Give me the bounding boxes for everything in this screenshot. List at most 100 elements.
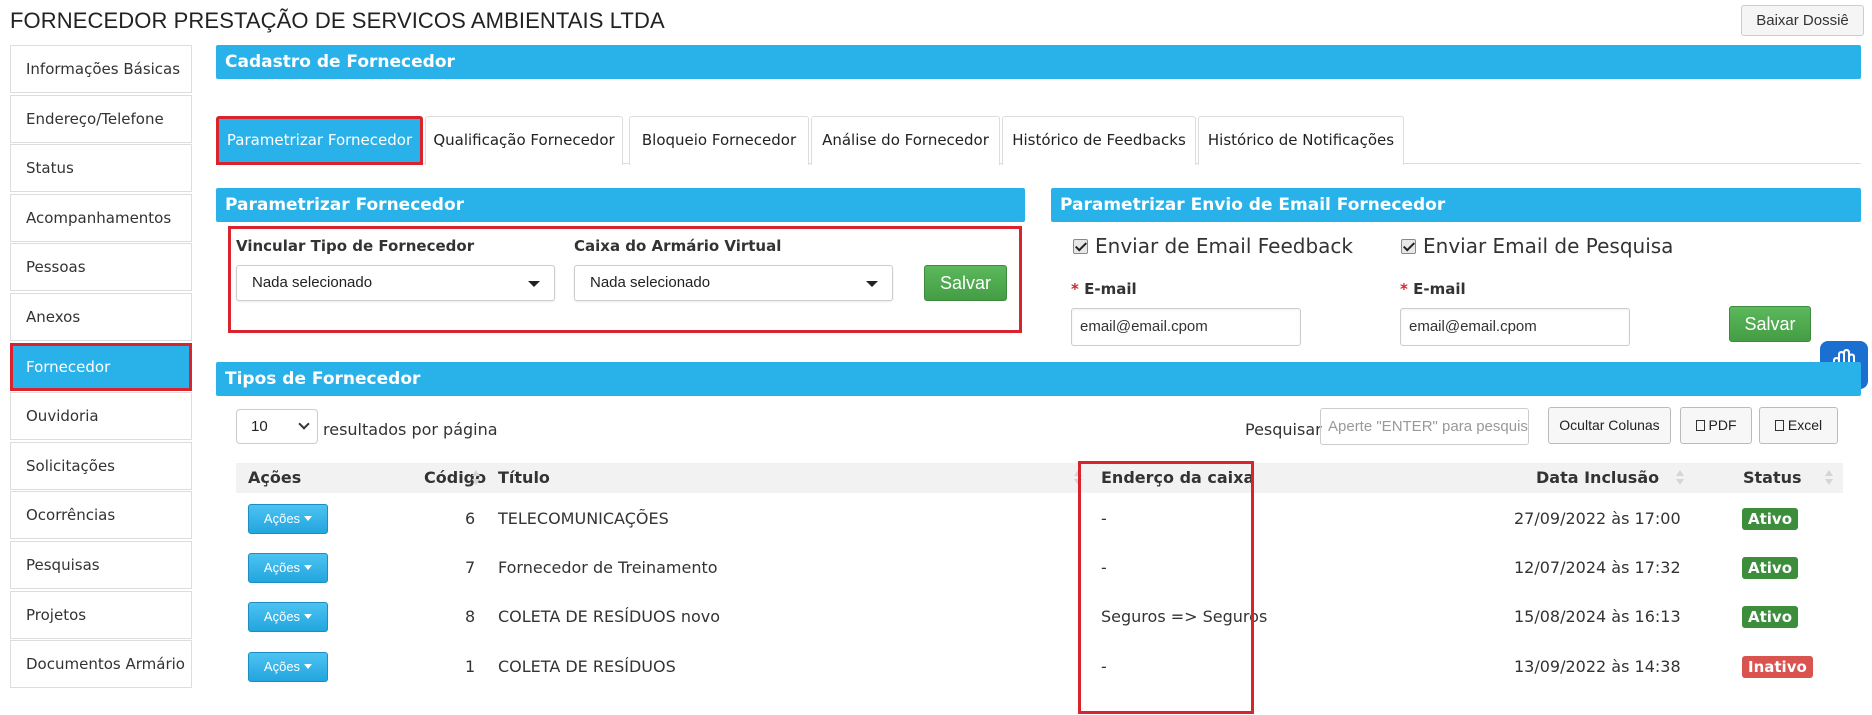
sidebar-item-projetos[interactable]: Projetos: [10, 590, 192, 639]
sidebar-item-pessoas[interactable]: Pessoas: [10, 243, 192, 292]
col-acoes: Ações: [248, 468, 302, 487]
cell-codigo: 8: [465, 607, 476, 626]
excel-file-icon: [1774, 420, 1784, 431]
search-input[interactable]: Aperte "ENTER" para pesquisar: [1320, 408, 1529, 445]
sidebar-item-pesquisas[interactable]: Pesquisas: [10, 540, 192, 589]
pdf-file-icon: [1695, 420, 1705, 431]
caret-down-icon: [528, 281, 540, 287]
tab-historico-notificacoes[interactable]: Histórico de Notificações: [1198, 116, 1404, 165]
table-row: Ações 1 COLETA DE RESÍDUOS - 13/09/2022 …: [236, 642, 1843, 691]
acoes-dropdown-button[interactable]: Ações: [248, 553, 328, 583]
tipo-fornecedor-label: Vincular Tipo de Fornecedor: [236, 237, 475, 255]
email-input-2[interactable]: email@email.cpom: [1400, 308, 1630, 346]
sidebar-item-ocorrencias[interactable]: Ocorrências: [10, 491, 192, 540]
cell-data: 15/08/2024 às 16:13: [1514, 607, 1681, 626]
acoes-label: Ações: [263, 560, 301, 575]
table-row: Ações 6 TELECOMUNICAÇÕES - 27/09/2022 às…: [236, 494, 1843, 543]
sidebar-item-ouvidoria[interactable]: Ouvidoria: [10, 392, 192, 441]
acoes-dropdown-button[interactable]: Ações: [248, 504, 328, 534]
caret-down-icon: [304, 664, 313, 669]
download-dossier-button[interactable]: Baixar Dossiê: [1741, 5, 1864, 36]
email-input-1[interactable]: email@email.cpom: [1071, 308, 1301, 346]
acoes-dropdown-button[interactable]: Ações: [248, 602, 328, 632]
sidebar-item-status[interactable]: Status: [10, 144, 192, 193]
caixa-armario-label: Caixa do Armário Virtual: [574, 237, 782, 255]
acoes-label: Ações: [263, 511, 301, 526]
tab-bar: Parametrizar Fornecedor Qualificação For…: [216, 115, 1861, 165]
cell-titulo: TELECOMUNICAÇÕES: [498, 509, 669, 528]
col-codigo[interactable]: Código: [424, 463, 486, 493]
page-length-text: resultados por página: [323, 420, 498, 439]
required-marker: *: [1071, 280, 1079, 298]
sidebar-item-acompanhamentos[interactable]: Acompanhamentos: [10, 193, 192, 242]
tipo-fornecedor-select[interactable]: Nada selecionado: [236, 265, 555, 301]
page-length-select[interactable]: 10: [236, 409, 318, 444]
tab-qualificacao-fornecedor[interactable]: Qualificação Fornecedor: [425, 116, 623, 165]
cell-titulo: COLETA DE RESÍDUOS novo: [498, 607, 721, 626]
email-label-1: * E-mail: [1071, 280, 1137, 298]
sidebar-item-endereco-telefone[interactable]: Endereço/Telefone: [10, 94, 192, 143]
parametrizar-email-header: Parametrizar Envio de Email Fornecedor: [1051, 188, 1861, 222]
status-badge: Ativo: [1742, 508, 1799, 530]
tipo-fornecedor-value: Nada selecionado: [252, 274, 373, 291]
caixa-armario-value: Nada selecionado: [590, 274, 711, 291]
tab-analise-fornecedor[interactable]: Análise do Fornecedor: [811, 116, 1000, 165]
cell-codigo: 6: [465, 509, 476, 528]
feedback-email-label: Enviar de Email Feedback: [1095, 234, 1353, 258]
cell-data: 27/09/2022 às 17:00: [1514, 509, 1681, 528]
pesquisa-email-checkbox[interactable]: Enviar Email de Pesquisa: [1401, 234, 1673, 258]
acoes-dropdown-button[interactable]: Ações: [248, 652, 328, 682]
sidebar-item-informacoes-basicas[interactable]: Informações Básicas: [10, 45, 192, 93]
hide-columns-button[interactable]: Ocultar Colunas: [1548, 407, 1671, 444]
required-marker: *: [1400, 280, 1408, 298]
tab-historico-feedbacks[interactable]: Histórico de Feedbacks: [1002, 116, 1196, 165]
tab-parametrizar-fornecedor[interactable]: Parametrizar Fornecedor: [216, 116, 423, 165]
sidebar: Informações Básicas Endereço/Telefone St…: [10, 45, 192, 690]
col-titulo[interactable]: Título: [498, 463, 550, 493]
save-email-button[interactable]: Salvar: [1729, 306, 1811, 342]
table-row: Ações 7 Fornecedor de Treinamento - 12/0…: [236, 543, 1843, 592]
excel-label: Excel: [1787, 417, 1823, 433]
col-data-inclusao[interactable]: Data Inclusão: [1536, 463, 1659, 493]
feedback-email-checkbox[interactable]: Enviar de Email Feedback: [1073, 234, 1353, 258]
cell-codigo: 7: [465, 558, 476, 577]
status-badge: Ativo: [1742, 606, 1799, 628]
email-label-2: * E-mail: [1400, 280, 1466, 298]
col-status[interactable]: Status: [1743, 463, 1802, 493]
chevron-down-icon: [298, 418, 310, 430]
page-title: FORNECEDOR PRESTAÇÃO DE SERVICOS AMBIENT…: [10, 8, 665, 33]
tab-bloqueio-fornecedor[interactable]: Bloqueio Fornecedor: [629, 116, 809, 165]
sidebar-item-solicitacoes[interactable]: Solicitações: [10, 441, 192, 490]
cell-data: 12/07/2024 às 17:32: [1514, 558, 1681, 577]
pdf-export-button[interactable]: PDF: [1680, 407, 1752, 444]
parametrizar-fornecedor-header: Parametrizar Fornecedor: [216, 188, 1025, 222]
cell-titulo: Fornecedor de Treinamento: [498, 558, 718, 577]
sidebar-item-anexos[interactable]: Anexos: [10, 292, 192, 341]
sidebar-item-documentos-armario[interactable]: Documentos Armário: [10, 640, 192, 689]
checkbox-checked-icon[interactable]: [1401, 239, 1416, 254]
caret-down-icon: [866, 281, 878, 287]
excel-export-button[interactable]: Excel: [1759, 407, 1838, 444]
tipos-fornecedor-header: Tipos de Fornecedor: [216, 362, 1861, 396]
acoes-label: Ações: [263, 609, 301, 624]
acoes-label: Ações: [263, 659, 301, 674]
cell-titulo: COLETA DE RESÍDUOS: [498, 657, 676, 676]
search-label: Pesquisar: [1245, 420, 1322, 439]
caret-down-icon: [304, 614, 313, 619]
checkbox-checked-icon[interactable]: [1073, 239, 1088, 254]
highlight-box-endereco-column: [1078, 461, 1254, 714]
email-label-1-text: E-mail: [1084, 280, 1137, 298]
caixa-armario-select[interactable]: Nada selecionado: [574, 265, 893, 301]
cell-data: 13/09/2022 às 14:38: [1514, 657, 1681, 676]
page-length-value: 10: [251, 418, 268, 435]
cadastro-fornecedor-header: Cadastro de Fornecedor: [216, 45, 1861, 79]
status-badge: Ativo: [1742, 557, 1799, 579]
table-header: Ações Código Título Enderço da caixa Dat…: [236, 463, 1843, 493]
save-param-button[interactable]: Salvar: [924, 265, 1007, 301]
email-label-2-text: E-mail: [1413, 280, 1466, 298]
sidebar-item-fornecedor[interactable]: Fornecedor: [10, 342, 192, 391]
pesquisa-email-label: Enviar Email de Pesquisa: [1423, 234, 1674, 258]
caret-down-icon: [304, 516, 313, 521]
cell-codigo: 1: [465, 657, 476, 676]
caret-down-icon: [304, 565, 313, 570]
